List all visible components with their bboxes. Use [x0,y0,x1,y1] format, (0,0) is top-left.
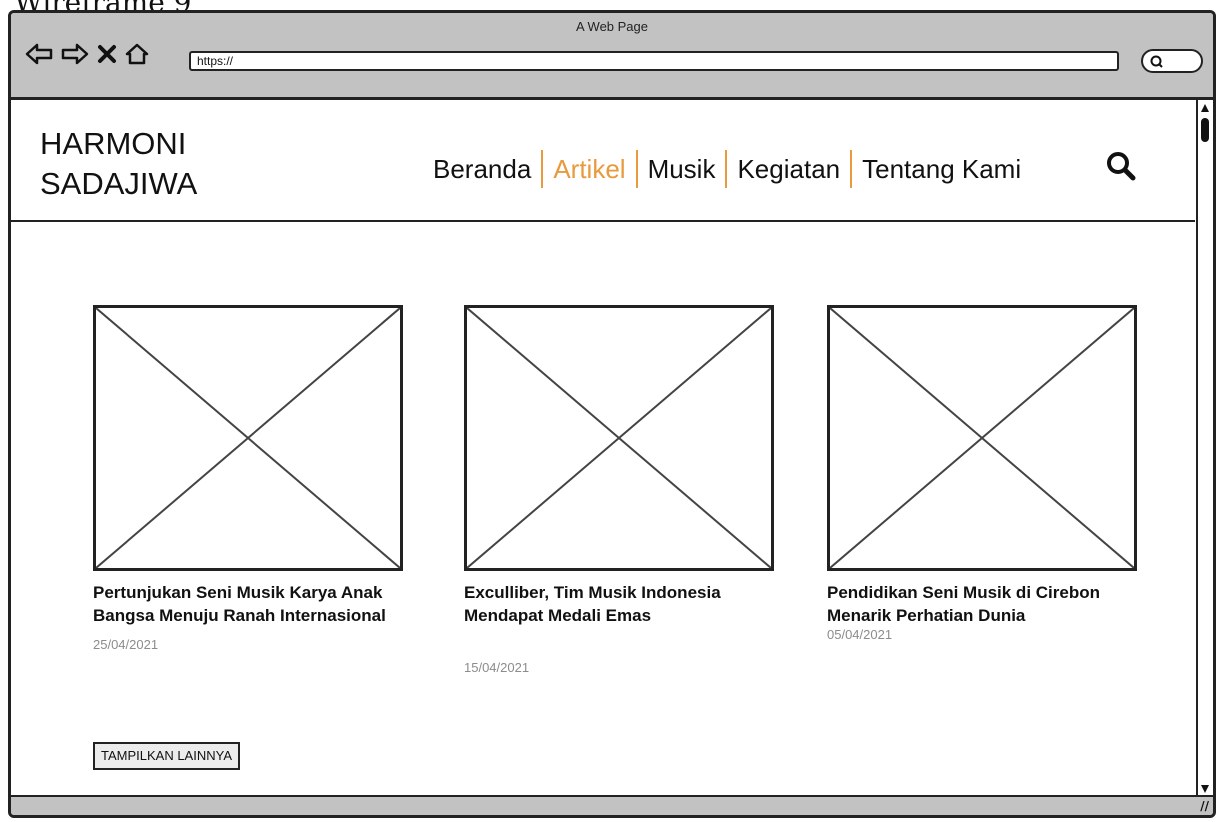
site-header: HARMONI SADAJIWA Beranda Artikel Musik K… [11,100,1195,222]
scroll-up-icon[interactable] [1201,104,1209,112]
logo-line-2: SADAJIWA [40,166,198,201]
image-placeholder [93,305,403,571]
article-card[interactable]: Pendidikan Seni Musik di Cirebon Menarik… [827,305,1137,642]
article-date: 15/04/2021 [464,660,530,675]
article-date: 05/04/2021 [827,627,893,642]
image-placeholder [827,305,1137,571]
scroll-down-icon[interactable] [1201,785,1209,793]
page-viewport: HARMONI SADAJIWA Beranda Artikel Musik K… [11,100,1195,797]
browser-nav-buttons [25,41,149,67]
nav-item-tentang-kami[interactable]: Tentang Kami [852,154,1031,185]
nav-item-beranda[interactable]: Beranda [423,154,541,185]
search-icon[interactable] [1105,150,1137,186]
show-more-button[interactable]: TAMPILKAN LAINNYA [93,742,240,770]
article-card[interactable]: Pertunjukan Seni Musik Karya Anak Bangsa… [93,305,403,652]
logo-line-1: HARMONI [40,126,187,161]
back-arrow-icon[interactable] [25,43,53,65]
article-title[interactable]: Pertunjukan Seni Musik Karya Anak Bangsa… [93,581,393,627]
main-navigation: Beranda Artikel Musik Kegiatan Tentang K… [423,150,1031,188]
article-date: 25/04/2021 [93,637,159,652]
browser-chrome: A Web Page https:// [11,13,1213,100]
status-bar: // [11,795,1213,815]
article-title[interactable]: Exculliber, Tim Musik Indonesia Mendapat… [464,581,764,627]
article-title[interactable]: Pendidikan Seni Musik di Cirebon Menarik… [827,581,1127,627]
vertical-scrollbar[interactable] [1196,100,1213,797]
browser-window: A Web Page https:// HARMONI SADAJIWA Ber… [8,10,1216,818]
article-card[interactable]: Exculliber, Tim Musik Indonesia Mendapat… [464,305,774,675]
url-input[interactable]: https:// [189,51,1119,71]
scroll-thumb[interactable] [1201,118,1209,142]
nav-item-musik[interactable]: Musik [638,154,726,185]
home-icon[interactable] [125,43,149,65]
nav-item-kegiatan[interactable]: Kegiatan [727,154,850,185]
site-logo[interactable]: HARMONI SADAJIWA [40,124,197,204]
window-title: A Web Page [575,19,649,34]
close-icon[interactable] [97,44,117,64]
forward-arrow-icon[interactable] [61,43,89,65]
image-placeholder [464,305,774,571]
resize-grip-icon[interactable]: // [1200,799,1209,813]
browser-search-box[interactable] [1141,49,1203,73]
nav-item-artikel[interactable]: Artikel [543,154,635,185]
